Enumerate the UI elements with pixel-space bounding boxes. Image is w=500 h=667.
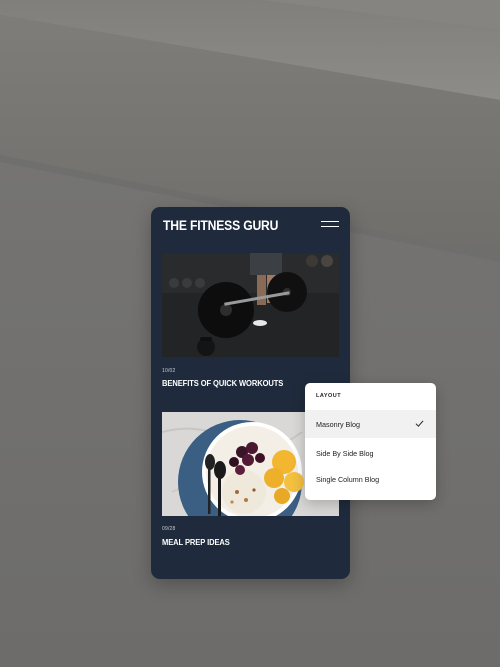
site-title[interactable]: THE FITNESS GURU [163,218,278,233]
layout-option-side-by-side-blog[interactable]: Side By Side Blog [305,439,436,467]
post-title[interactable]: BENEFITS OF QUICK WORKOUTS [162,378,283,388]
option-label: Side By Side Blog [316,449,374,458]
option-label: Single Column Blog [316,475,380,484]
post-date: 09/28 [162,526,176,532]
layout-dropdown-menu: LAYOUT Masonry Blog Side By Side Blog Si… [305,383,436,500]
dropdown-header: LAYOUT [316,393,342,399]
checkmark-icon [415,420,424,427]
hamburger-menu-icon[interactable] [321,221,339,229]
post-image-barbell[interactable] [162,253,339,357]
post-date: 10/02 [162,368,176,374]
layout-option-masonry-blog[interactable]: Masonry Blog [305,410,436,438]
post-title[interactable]: MEAL PREP IDEAS [162,537,230,547]
option-label: Masonry Blog [316,420,360,429]
layout-option-single-column-blog[interactable]: Single Column Blog [305,465,436,493]
